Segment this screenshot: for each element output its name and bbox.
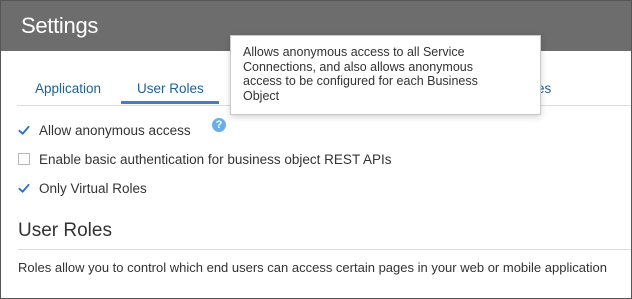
section-description: Roles allow you to control which end use… [18, 260, 607, 275]
allow-anonymous-access-checkbox[interactable] [18, 124, 30, 136]
section-title: User Roles [18, 220, 112, 241]
allow-anonymous-access-option[interactable]: Allow anonymous access [18, 121, 191, 139]
checkmark-icon [18, 125, 30, 135]
help-tooltip: Allows anonymous access to all Service C… [230, 35, 541, 115]
page-title: Settings [21, 13, 99, 38]
tab-application[interactable]: Application [35, 81, 101, 96]
tab-user-roles[interactable]: User Roles [137, 81, 204, 96]
only-virtual-roles-checkbox[interactable] [18, 182, 30, 194]
help-icon[interactable]: ? [212, 118, 226, 132]
active-tab-indicator [121, 101, 219, 104]
settings-window: Settings Application User Roles es Allow… [0, 0, 632, 299]
tooltip-text: Allows anonymous access to all Service C… [243, 45, 478, 103]
checkbox-label: Allow anonymous access [39, 122, 191, 138]
enable-basic-auth-option[interactable]: Enable basic authentication for business… [18, 150, 391, 168]
only-virtual-roles-option[interactable]: Only Virtual Roles [18, 179, 147, 197]
section-divider [18, 249, 631, 250]
checkbox-label: Only Virtual Roles [39, 180, 147, 196]
checkmark-icon [18, 183, 30, 193]
enable-basic-auth-checkbox[interactable] [18, 153, 30, 165]
checkbox-label: Enable basic authentication for business… [39, 151, 392, 167]
